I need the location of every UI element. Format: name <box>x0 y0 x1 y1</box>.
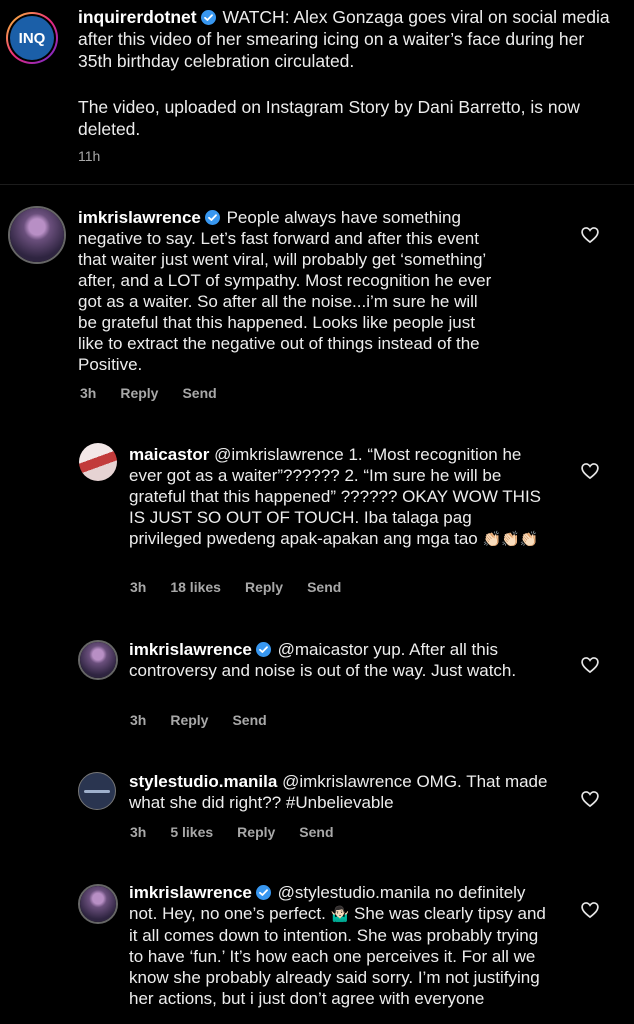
caption-username[interactable]: inquirerdotnet <box>78 7 197 27</box>
comment-5-username[interactable]: imkrislawrence <box>129 883 252 902</box>
comment-1-body: People always have something negative to… <box>78 208 492 374</box>
comment-1-meta: 3h Reply Send <box>80 385 217 401</box>
inq-logo-text: INQ <box>18 29 46 47</box>
comment-4-text: stylestudio.manila @imkrislawrence OMG. … <box>129 771 549 813</box>
comment-2-meta: 3h 18 likes Reply Send <box>130 579 341 595</box>
commenter-avatar[interactable] <box>78 640 118 680</box>
heart-icon[interactable] <box>580 461 600 481</box>
comment-2-username[interactable]: maicastor <box>129 445 209 464</box>
comment-2-time: 3h <box>130 579 147 595</box>
comment-3-reply-button[interactable]: Reply <box>170 712 208 728</box>
caption-time: 11h <box>78 148 101 164</box>
caption-text-2: The video, uploaded on Instagram Story b… <box>78 97 580 139</box>
comment-4-time: 3h <box>130 824 147 840</box>
comment-2-likes[interactable]: 18 likes <box>170 579 221 595</box>
comment-4-meta: 3h 5 likes Reply Send <box>130 824 334 840</box>
comment-4-likes[interactable]: 5 likes <box>170 824 213 840</box>
commenter-avatar[interactable] <box>79 443 117 481</box>
comment-3-username[interactable]: imkrislawrence <box>129 640 252 659</box>
comment-3-text: imkrislawrence @maicastor yup. After all… <box>129 639 549 681</box>
commenter-avatar[interactable] <box>8 206 66 264</box>
comment-1-time: 3h <box>80 385 97 401</box>
heart-icon[interactable] <box>580 789 600 809</box>
heart-icon[interactable] <box>580 900 600 920</box>
verified-badge-icon <box>255 885 271 900</box>
verified-badge-icon <box>200 10 216 25</box>
comment-2-reply-button[interactable]: Reply <box>245 579 283 595</box>
comment-1-reply-button[interactable]: Reply <box>120 385 158 401</box>
caption-meta: 11h <box>78 148 100 164</box>
comment-3-time: 3h <box>130 712 147 728</box>
comment-1-username[interactable]: imkrislawrence <box>78 208 201 227</box>
shrug-emoji: 🤷🏻‍♂️ <box>330 906 350 923</box>
comment-2-send-button[interactable]: Send <box>307 579 341 595</box>
verified-badge-icon <box>204 210 220 225</box>
verified-badge-icon <box>255 642 271 657</box>
comment-4-username[interactable]: stylestudio.manila <box>129 772 277 791</box>
clap-emoji: 👏🏻👏🏻👏🏻 <box>482 531 539 548</box>
comment-3-meta: 3h Reply Send <box>130 712 267 728</box>
inquirer-avatar[interactable]: INQ <box>6 12 58 64</box>
divider <box>0 184 634 185</box>
comment-1-text: imkrislawrence People always have someth… <box>78 207 498 375</box>
comment-1-send-button[interactable]: Send <box>182 385 216 401</box>
commenter-avatar[interactable] <box>78 772 116 810</box>
heart-icon[interactable] <box>580 225 600 245</box>
comment-5-text: imkrislawrence @stylestudio.manila no de… <box>129 882 549 1009</box>
comment-4-reply-button[interactable]: Reply <box>237 824 275 840</box>
heart-icon[interactable] <box>580 655 600 675</box>
comment-4-send-button[interactable]: Send <box>299 824 333 840</box>
comment-3-send-button[interactable]: Send <box>232 712 266 728</box>
commenter-avatar[interactable] <box>78 884 118 924</box>
caption-text: inquirerdotnet WATCH: Alex Gonzaga goes … <box>78 6 618 72</box>
comment-2-text: maicastor @imkrislawrence 1. “Most recog… <box>129 444 549 550</box>
